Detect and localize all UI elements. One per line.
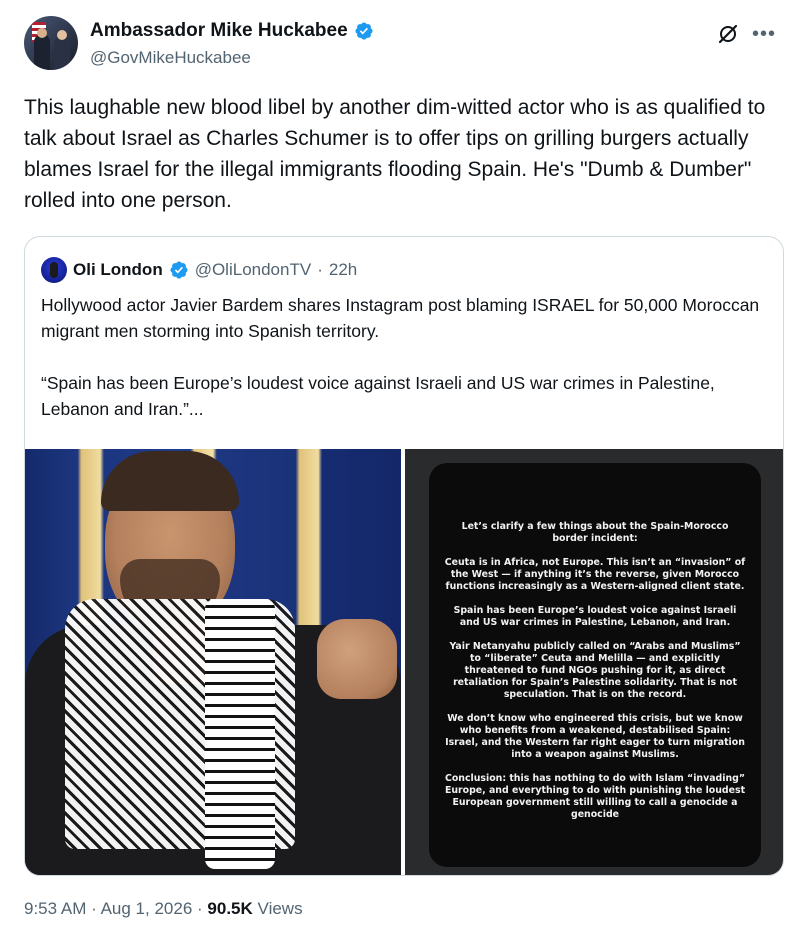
author-avatar[interactable]: [24, 16, 78, 70]
story-paragraph-2: Spain has been Europe’s loudest voice ag…: [453, 605, 737, 628]
tweet-time[interactable]: 9:53 AM: [24, 899, 86, 918]
story-heading: Let’s clarify a few things about the Spa…: [461, 521, 729, 544]
verified-badge-icon: [170, 261, 188, 279]
story-paragraph-3: Yair Netanyahu publicly called on “Arabs…: [449, 641, 741, 700]
media-photo-actor[interactable]: [25, 449, 401, 875]
quoted-paragraph-2: “Spain has been Europe’s loudest voice a…: [41, 373, 715, 419]
story-text: Let’s clarify a few things about the Spa…: [443, 521, 747, 833]
author-handle[interactable]: @GovMikeHuckabee: [90, 48, 251, 68]
quoted-author-handle[interactable]: @OliLondonTV: [195, 260, 312, 280]
author-name-row: Ambassador Mike Huckabee: [90, 20, 374, 42]
quoted-author-avatar[interactable]: [41, 257, 67, 283]
tweet-header: Ambassador Mike Huckabee @GovMikeHuckabe…: [24, 16, 776, 76]
story-paragraph-1: Ceuta is in Africa, not Europe. This isn…: [444, 557, 746, 592]
more-icon[interactable]: •••: [752, 24, 776, 44]
views-count: 90.5K: [207, 899, 253, 918]
footer-separator-2: ·: [197, 899, 203, 918]
quoted-timestamp[interactable]: 22h: [329, 260, 357, 280]
tweet-footer: 9:53 AM · Aug 1, 2026 · 90.5K Views: [24, 899, 303, 919]
story-paragraph-4: We don’t know who engineered this crisis…: [445, 713, 745, 760]
tweet-text: This laughable new blood libel by anothe…: [24, 96, 766, 212]
author-display-name[interactable]: Ambassador Mike Huckabee: [90, 20, 348, 42]
story-paragraph-5: Conclusion: this has nothing to do with …: [444, 773, 746, 820]
media-photo-story-screenshot[interactable]: Let’s clarify a few things about the Spa…: [405, 449, 783, 875]
quoted-tweet-header: Oli London @OliLondonTV · 22h: [41, 257, 357, 283]
quoted-author-name[interactable]: Oli London: [73, 260, 163, 280]
verified-badge-icon: [355, 22, 373, 40]
views-label: Views: [257, 899, 303, 918]
quoted-tweet[interactable]: Oli London @OliLondonTV · 22h Hollywood …: [24, 236, 784, 876]
quoted-paragraph-1: Hollywood actor Javier Bardem shares Ins…: [41, 295, 760, 341]
quoted-media: Let’s clarify a few things about the Spa…: [25, 449, 783, 875]
tweet-actions-top: •••: [716, 22, 776, 46]
tweet-date[interactable]: Aug 1, 2026: [101, 899, 193, 918]
quoted-tweet-text: Hollywood actor Javier Bardem shares Ins…: [41, 292, 761, 422]
story-card: Let’s clarify a few things about the Spa…: [429, 463, 761, 867]
quoted-separator: ·: [317, 260, 323, 279]
footer-separator-1: ·: [91, 899, 97, 918]
grok-icon[interactable]: [716, 22, 740, 46]
